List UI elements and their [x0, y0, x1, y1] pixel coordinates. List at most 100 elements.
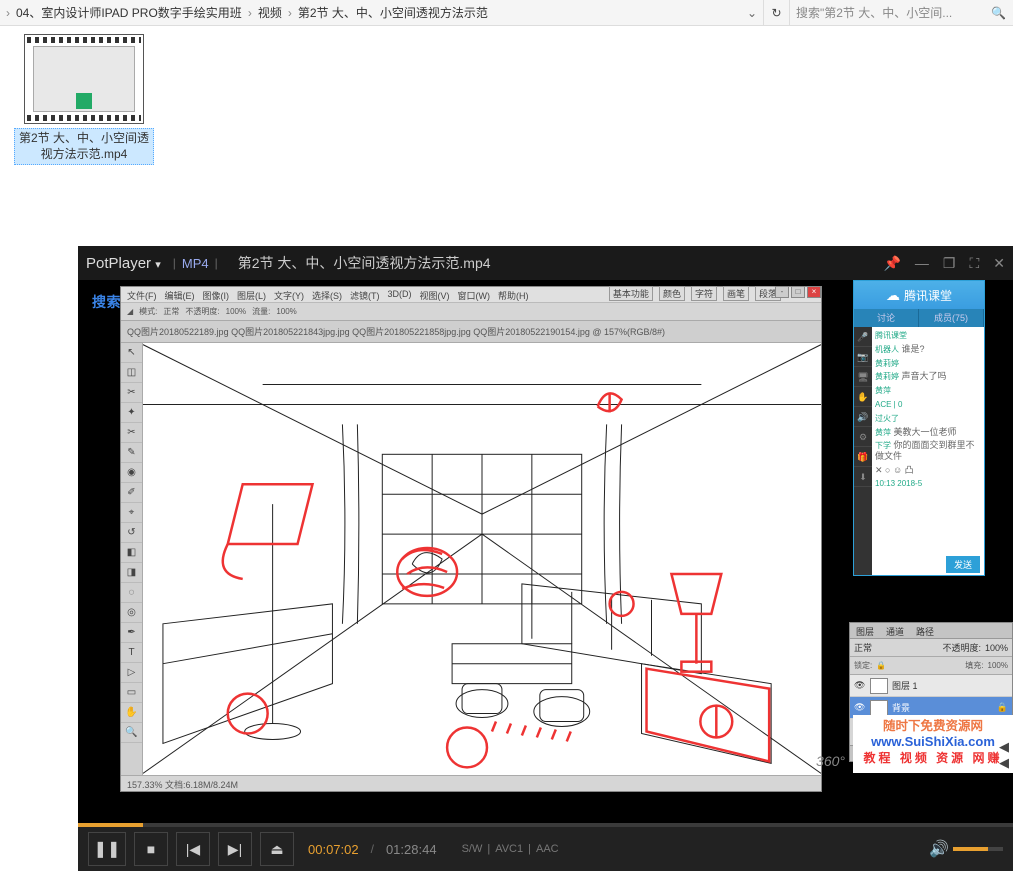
explorer-pane[interactable]: 第2节 大、中、小空间透视方法示范.mp4: [0, 26, 1013, 244]
heal-tool-icon[interactable]: ◉: [121, 463, 142, 483]
opacity-value[interactable]: 100%: [985, 643, 1008, 653]
pen-tool-icon[interactable]: ✒: [121, 623, 142, 643]
file-name[interactable]: 第2节 大、中、小空间透视方法示范.mp4: [14, 128, 154, 165]
send-button[interactable]: 发送: [946, 556, 980, 573]
prev-button[interactable]: |◀: [176, 832, 210, 866]
down-icon[interactable]: ⬇: [854, 467, 872, 487]
ps-min-icon[interactable]: -: [775, 286, 789, 298]
ps-options-bar: ◢ 模式: 正常 不透明度: 100% 流量: 100% 基本功能 颜色 字符 …: [121, 303, 821, 321]
channels-tab[interactable]: 通道: [880, 623, 910, 638]
paths-tab[interactable]: 路径: [910, 623, 940, 638]
video-thumbnail[interactable]: [24, 34, 144, 124]
mic-icon[interactable]: 🎤: [854, 327, 872, 347]
chevron-icon: ›: [286, 6, 294, 20]
file-item[interactable]: 第2节 大、中、小空间透视方法示范.mp4: [14, 34, 154, 165]
breadcrumb-bar: › 04、室内设计师IPAD PRO数字手绘实用班 › 视频 › 第2节 大、中…: [0, 0, 1013, 26]
ps-close-icon[interactable]: ×: [807, 286, 821, 298]
chat-sidebar[interactable]: 🎤 📷 🖥 ✋ 🔊 ⚙ 🎁 ⬇: [854, 327, 872, 575]
history-tool-icon[interactable]: ↺: [121, 523, 142, 543]
shape-tool-icon[interactable]: ▭: [121, 683, 142, 703]
ps-menu-item[interactable]: 帮助(H): [498, 289, 529, 300]
separator: |: [209, 256, 224, 270]
volume-slider[interactable]: [953, 847, 1003, 851]
video-area[interactable]: 搜索：00:07:00(关键帧)(7%) 文件(F) 编辑(E) 图像(I) 图…: [78, 280, 1013, 823]
breadcrumb[interactable]: › 04、室内设计师IPAD PRO数字手绘实用班 › 视频 › 第2节 大、中…: [0, 4, 741, 21]
ps-menu-item[interactable]: 图层(L): [237, 289, 266, 300]
crumb-2[interactable]: 第2节 大、中、小空间透视方法示范: [294, 4, 492, 21]
dodge-tool-icon[interactable]: ◎: [121, 603, 142, 623]
volume-control[interactable]: 🔊: [929, 839, 1003, 859]
ps-max-icon[interactable]: □: [791, 286, 805, 298]
ps-toolbar[interactable]: ↖ ◫ ✂ ✦ ✂ ✎ ◉ ✐ ⌖ ↺ ◧ ◨ ◌ ◎ ✒ T ▷: [121, 343, 143, 775]
ps-menu-item[interactable]: 编辑(E): [165, 289, 195, 300]
eyedrop-tool-icon[interactable]: ✎: [121, 443, 142, 463]
ps-menu-item[interactable]: 图像(I): [203, 289, 230, 300]
eject-button[interactable]: ⏏: [260, 832, 294, 866]
player-logo[interactable]: PotPlayer ▾: [86, 255, 167, 272]
volume-icon[interactable]: 🔊: [929, 839, 949, 859]
next-button[interactable]: ▶|: [218, 832, 252, 866]
explorer-search[interactable]: 搜索"第2节 大、中、小空间... 🔍: [789, 0, 1013, 25]
tool-icon[interactable]: ◢: [127, 307, 133, 316]
chat-tabs[interactable]: 讨论 成员(75): [854, 309, 984, 327]
lasso-tool-icon[interactable]: ✂: [121, 383, 142, 403]
ps-menu-item[interactable]: 选择(S): [312, 289, 342, 300]
crumb-0[interactable]: 04、室内设计师IPAD PRO数字手绘实用班: [12, 4, 246, 21]
move-tool-icon[interactable]: ↖: [121, 343, 142, 363]
ps-menu-item[interactable]: 视图(V): [420, 289, 450, 300]
ps-menu-item[interactable]: 文字(Y): [274, 289, 304, 300]
brush-tool-icon[interactable]: ✐: [121, 483, 142, 503]
crop-tool-icon[interactable]: ✂: [121, 423, 142, 443]
refresh-icon[interactable]: ↻: [763, 0, 789, 25]
layer-row[interactable]: 👁 图层 1: [850, 675, 1012, 697]
wand-tool-icon[interactable]: ✦: [121, 403, 142, 423]
close-icon[interactable]: ✕: [993, 255, 1005, 272]
restore-icon[interactable]: ❐: [943, 255, 956, 272]
ps-menu-item[interactable]: 滤镜(T): [350, 289, 380, 300]
ps-menu-item[interactable]: 3D(D): [388, 289, 412, 300]
vol-icon[interactable]: 🔊: [854, 407, 872, 427]
stamp-tool-icon[interactable]: ⌖: [121, 503, 142, 523]
lock-icon[interactable]: 🔒: [876, 661, 886, 670]
type-tool-icon[interactable]: T: [121, 643, 142, 663]
marquee-tool-icon[interactable]: ◫: [121, 363, 142, 383]
playlist-toggle-icon[interactable]: ◀◀: [999, 739, 1009, 771]
zoom-tool-icon[interactable]: 🔍: [121, 723, 142, 743]
blur-tool-icon[interactable]: ◌: [121, 583, 142, 603]
cam-icon[interactable]: 📷: [854, 347, 872, 367]
photoshop-window: 文件(F) 编辑(E) 图像(I) 图层(L) 文字(Y) 选择(S) 滤镜(T…: [120, 286, 822, 792]
ps-menu-item[interactable]: 文件(F): [127, 289, 157, 300]
minimize-icon[interactable]: —: [915, 255, 929, 272]
breadcrumb-dropdown-icon[interactable]: ⌄: [741, 6, 763, 20]
hand-tool-icon[interactable]: ✋: [121, 703, 142, 723]
chat-messages[interactable]: 腾讯课堂 机器人 谁是? 黄莉婷 黄莉婷 声音大了吗 黄萍 ACE | 0 过火…: [872, 327, 984, 575]
screen-icon[interactable]: 🖥: [854, 367, 872, 387]
eraser-tool-icon[interactable]: ◧: [121, 543, 142, 563]
chevron-icon: ›: [246, 6, 254, 20]
pause-button[interactable]: ❚❚: [88, 832, 126, 866]
ps-document-tabs[interactable]: QQ图片20180522189.jpg QQ图片201805221843jpg.…: [121, 321, 821, 343]
blend-mode[interactable]: 正常: [854, 641, 872, 654]
layer-thumb: [870, 700, 888, 716]
gift-icon[interactable]: 🎁: [854, 447, 872, 467]
search-icon[interactable]: 🔍: [991, 6, 1007, 20]
fill-value[interactable]: 100%: [988, 661, 1008, 670]
visibility-icon[interactable]: 👁: [854, 680, 866, 691]
player-titlebar[interactable]: PotPlayer ▾ | MP4 | 第2节 大、中、小空间透视方法示范.mp…: [78, 246, 1013, 280]
ps-canvas[interactable]: [143, 343, 821, 775]
pin-icon[interactable]: 📌: [883, 255, 900, 272]
ps-tab[interactable]: QQ图片20180522189.jpg QQ图片201805221843jpg.…: [127, 325, 665, 338]
search-input[interactable]: 搜索"第2节 大、中、小空间...: [796, 4, 991, 21]
hand-icon[interactable]: ✋: [854, 387, 872, 407]
maximize-icon[interactable]: ⛶: [969, 255, 979, 272]
gradient-tool-icon[interactable]: ◨: [121, 563, 142, 583]
layers-tab[interactable]: 图层: [850, 623, 880, 638]
visibility-icon[interactable]: 👁: [854, 702, 866, 713]
stop-button[interactable]: ■: [134, 832, 168, 866]
path-tool-icon[interactable]: ▷: [121, 663, 142, 683]
chat-tab-discuss[interactable]: 讨论: [854, 309, 919, 327]
ps-menu-item[interactable]: 窗口(W): [458, 289, 491, 300]
gear-icon[interactable]: ⚙: [854, 427, 872, 447]
chat-tab-members[interactable]: 成员(75): [919, 309, 984, 327]
crumb-1[interactable]: 视频: [254, 4, 286, 21]
